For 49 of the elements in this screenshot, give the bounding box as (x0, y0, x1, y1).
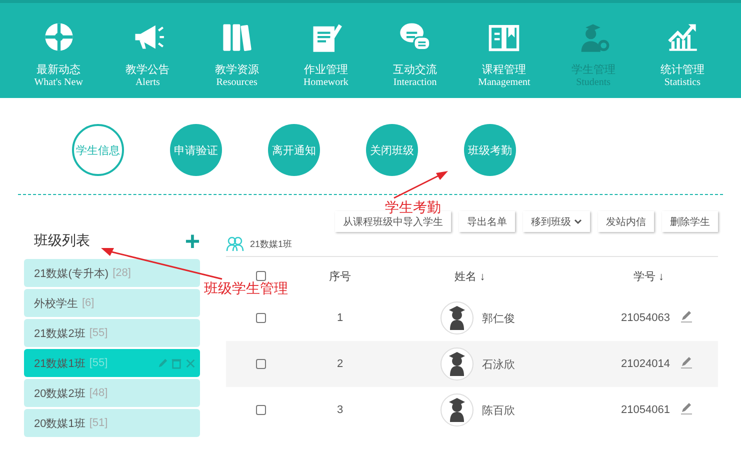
tab[interactable]: 班级考勤 (464, 124, 516, 176)
edit-icon[interactable] (680, 310, 693, 323)
toolbar-button[interactable]: 移到班级 (523, 211, 590, 232)
table-cell-text: 2 (336, 358, 344, 370)
nav-item[interactable]: 作业管理 Homework (284, 3, 368, 98)
nav-item[interactable]: 互动交流 Interaction (373, 3, 458, 98)
group-icon (226, 236, 244, 252)
column-header[interactable]: 学号 ↓ (560, 268, 670, 284)
tab[interactable]: 关闭班级 (366, 124, 418, 176)
add-button[interactable]: + (184, 228, 200, 254)
column-header[interactable]: 姓名 ↓ (380, 268, 560, 284)
row-checkbox[interactable] (256, 359, 266, 369)
nav-item[interactable]: 统计管理 Statistics (640, 3, 724, 98)
avatar-icon (440, 393, 474, 427)
table-cell-text: 21024014 (620, 358, 670, 370)
student-name: 郭仁俊 (482, 312, 515, 326)
class-name: 21数媒1班 (250, 238, 292, 250)
avatar-icon (440, 301, 474, 335)
class-item[interactable]: 21数媒2班 [55] (24, 319, 200, 347)
nav-item[interactable]: 课程管理 Management (462, 3, 546, 98)
table-cell-text: 1 (336, 312, 344, 324)
list-title: 班级列表 (34, 232, 90, 250)
class-item[interactable]: 20数媒2班 [48] (24, 379, 200, 407)
table-cell-text: 21054063 (620, 312, 670, 324)
nav-item[interactable]: 教学资源 Resources (194, 3, 279, 98)
select-all-checkbox[interactable] (256, 271, 266, 281)
chevron-down-icon (574, 218, 582, 224)
table-cell-text: 21054061 (620, 404, 670, 416)
student-name: 陈百欣 (482, 404, 515, 418)
class-item[interactable]: 外校学生 [6] (24, 289, 200, 317)
row-checkbox[interactable] (256, 405, 266, 415)
edit-icon[interactable] (680, 402, 693, 415)
edit-icon[interactable] (680, 356, 693, 369)
nav-item[interactable]: 最新动态 What's New (16, 3, 101, 98)
table-cell-text: 3 (336, 404, 344, 416)
class-item[interactable]: 20数媒1班 [51] (24, 409, 200, 437)
avatar-icon (440, 347, 474, 381)
nav-item[interactable]: 教学公告 Alerts (106, 3, 190, 98)
column-header[interactable]: 序号 (300, 268, 380, 284)
tab[interactable]: 申请验证 (170, 124, 222, 176)
row-checkbox[interactable] (256, 313, 266, 323)
student-name: 石泳欣 (482, 358, 515, 372)
class-item[interactable]: 21数媒(专升本) [28] (24, 259, 200, 287)
toolbar-button[interactable]: 删除学生 (662, 211, 718, 232)
toolbar-button[interactable]: 导出名单 (459, 211, 516, 232)
tab[interactable]: 离开通知 (268, 124, 320, 176)
annotation: 班级学生管理 (204, 280, 288, 298)
tab[interactable]: 学生信息 (72, 124, 124, 176)
toolbar-button[interactable]: 发站内信 (598, 211, 654, 232)
